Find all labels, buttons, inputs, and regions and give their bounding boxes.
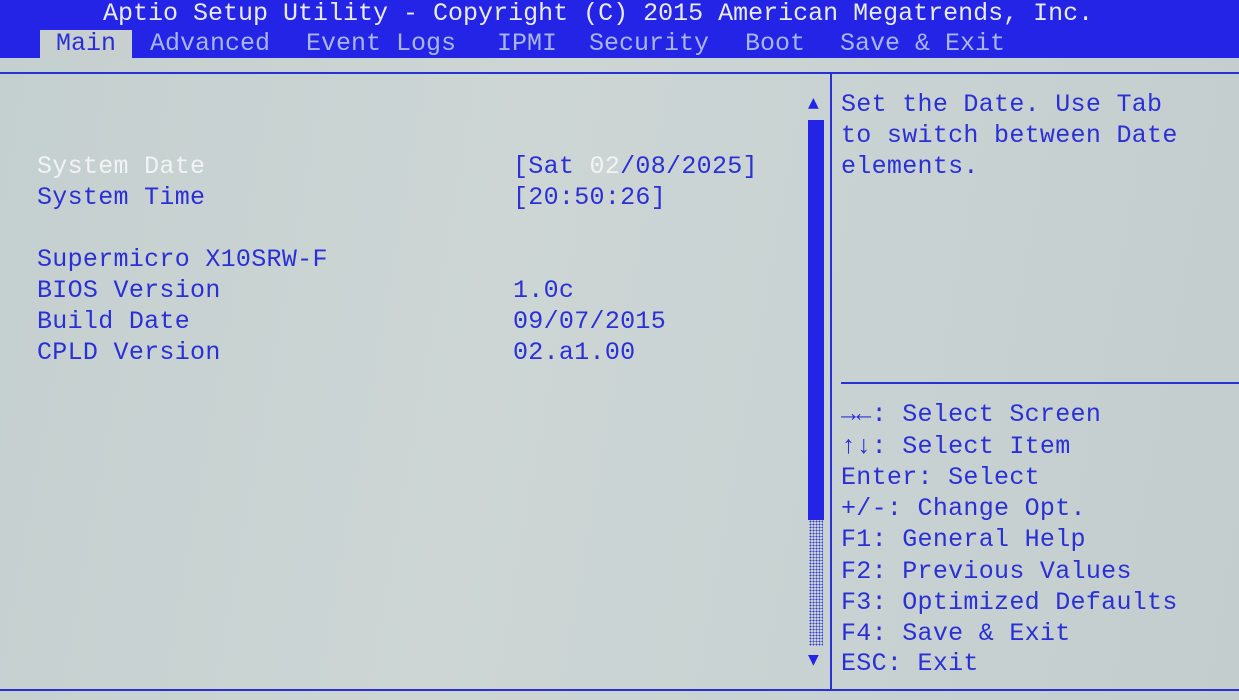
help-divider — [841, 382, 1239, 384]
tab-main[interactable]: Main — [40, 30, 133, 58]
board-name: Supermicro X10SRW-F — [37, 245, 328, 274]
scroll-down-icon[interactable]: ▼ — [808, 652, 819, 668]
bottom-divider — [0, 689, 1239, 691]
system-time-value[interactable]: [20:50:26] — [513, 183, 666, 213]
key-hint-f2: F2: Previous Values — [841, 557, 1132, 586]
help-text-line: Set the Date. Use Tab — [841, 90, 1163, 119]
key-hint-select-screen: →←: Select Screen — [841, 400, 1102, 429]
tab-boot[interactable]: Boot — [745, 30, 805, 58]
key-hint-select-item: ↑↓: Select Item — [841, 432, 1071, 461]
bios-version-label: BIOS Version — [37, 276, 221, 305]
help-text-line: to switch between Date — [841, 121, 1178, 150]
scroll-up-icon[interactable]: ▲ — [808, 95, 819, 111]
key-hint-change-opt: +/-: Change Opt. — [841, 494, 1086, 523]
tab-ipmi[interactable]: IPMI — [497, 30, 557, 58]
cpld-version-value: 02.a1.00 — [513, 338, 636, 367]
top-divider — [0, 72, 1239, 74]
build-date-value: 09/07/2015 — [513, 307, 667, 336]
tab-save-exit[interactable]: Save & Exit — [840, 30, 1005, 58]
system-date-label[interactable]: System Date — [37, 152, 205, 182]
key-hint-f1: F1: General Help — [841, 525, 1086, 554]
cpld-version-label: CPLD Version — [37, 338, 221, 367]
help-text-line: elements. — [841, 152, 979, 181]
key-hint-f4: F4: Save & Exit — [841, 619, 1071, 648]
date-prefix: [Sat — [513, 152, 590, 181]
date-suffix: /08/2025] — [620, 152, 758, 181]
tab-advanced[interactable]: Advanced — [150, 30, 270, 58]
system-date-value[interactable]: [Sat 02/08/2025] — [513, 152, 758, 182]
key-hint-f3: F3: Optimized Defaults — [841, 588, 1178, 617]
tab-event-logs[interactable]: Event Logs — [306, 30, 456, 58]
key-hint-enter: Enter: Select — [841, 463, 1040, 492]
key-hint-esc: ESC: Exit — [841, 649, 979, 678]
build-date-label: Build Date — [37, 307, 191, 336]
title-bar: Aptio Setup Utility - Copyright (C) 2015… — [0, 0, 1239, 58]
bios-version-value: 1.0c — [513, 276, 575, 305]
panel-divider — [830, 73, 832, 691]
system-time-label[interactable]: System Time — [37, 183, 205, 213]
tab-security[interactable]: Security — [589, 30, 709, 58]
app-title: Aptio Setup Utility - Copyright (C) 2015… — [103, 0, 1094, 28]
scrollbar-thumb[interactable] — [808, 120, 824, 520]
scrollbar-track[interactable] — [809, 520, 823, 646]
date-month-field[interactable]: 02 — [590, 152, 621, 181]
